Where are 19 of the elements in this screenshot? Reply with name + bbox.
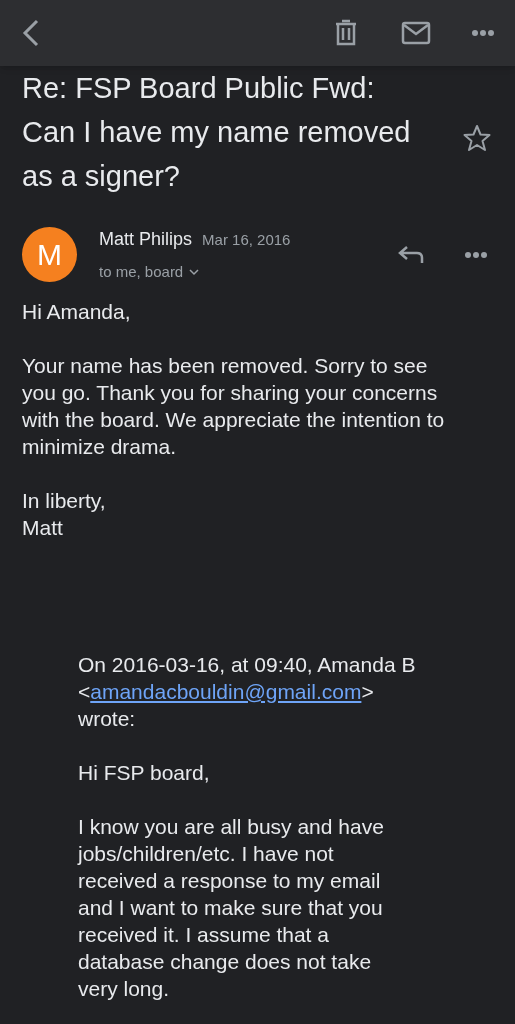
email-link[interactable]: amandacbouldin@gmail.com xyxy=(90,679,362,703)
message-paragraph: Hi Amanda, xyxy=(22,298,132,325)
reply-icon[interactable] xyxy=(397,243,425,266)
email-subject: Re: FSP Board Public Fwd: Can I have my name removed as a signer? xyxy=(22,71,412,194)
more-icon[interactable] xyxy=(471,29,495,37)
chevron-icon xyxy=(189,268,200,276)
mail-icon[interactable] xyxy=(401,21,431,45)
message-paragraph: Your name has been removed. Sorry to see you go. Thank you for sharing your concerns with the board. We appreciate the intention to minimize drama. xyxy=(22,352,446,460)
message-paragraph: Hi FSP board, xyxy=(78,759,211,786)
recipients-toggle[interactable]: to me, board xyxy=(99,261,397,284)
more-icon[interactable] xyxy=(465,250,487,259)
message-paragraph: I know you are all busy and have jobs/children/etc. I have not received a response to my email and I want to make sure that you received it. I assume that a database change does not take very long. xyxy=(78,813,385,1002)
message-paragraph: In liberty, Matt xyxy=(22,487,107,541)
trash-icon[interactable] xyxy=(334,19,358,47)
star-icon[interactable] xyxy=(463,124,491,152)
email-date: Mar 16, 2016 xyxy=(202,230,291,250)
quote-attribution: On 2016-03-16, at 09:40, Amanda B <amandacbouldin@gmail.com> wrote: xyxy=(78,651,417,732)
sender-name: Matt Philips xyxy=(99,228,193,251)
sender-avatar: M xyxy=(22,227,77,283)
